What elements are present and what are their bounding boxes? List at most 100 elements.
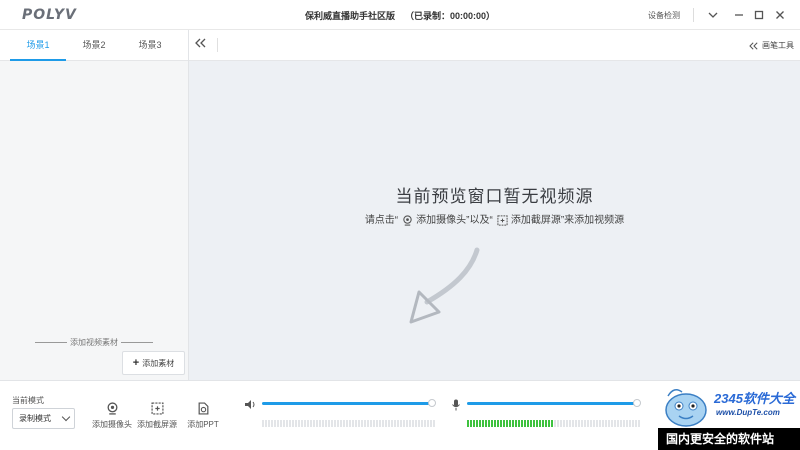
mic-level-meter bbox=[467, 420, 640, 427]
level-segment bbox=[530, 420, 532, 427]
level-segment bbox=[485, 420, 487, 427]
device-check-button[interactable]: 设备检测 bbox=[648, 10, 680, 21]
speaker-level-meter bbox=[262, 420, 435, 427]
divider-line bbox=[35, 342, 67, 344]
level-segment bbox=[391, 420, 393, 427]
level-segment bbox=[623, 420, 625, 427]
level-segment bbox=[424, 420, 426, 427]
level-segment bbox=[328, 420, 330, 427]
mic-volume-track[interactable] bbox=[467, 402, 637, 405]
chevron-down-icon bbox=[708, 12, 718, 18]
level-segment bbox=[373, 420, 375, 427]
level-segment bbox=[343, 420, 345, 427]
level-segment bbox=[316, 420, 318, 427]
mode-select-value: 录制模式 bbox=[19, 414, 51, 423]
preview-toolbar: 画笔工具 bbox=[189, 30, 800, 61]
add-material-heading-text: 添加视频素材 bbox=[70, 338, 118, 347]
double-chevron-left-icon bbox=[195, 38, 206, 48]
level-segment bbox=[473, 420, 475, 427]
level-segment bbox=[596, 420, 598, 427]
level-segment bbox=[626, 420, 628, 427]
level-segment bbox=[310, 420, 312, 427]
close-button[interactable] bbox=[772, 6, 788, 24]
maximize-button[interactable] bbox=[751, 6, 767, 24]
level-segment bbox=[283, 420, 285, 427]
level-segment bbox=[635, 420, 637, 427]
curved-arrow-illustration bbox=[409, 247, 480, 324]
collapse-panel-button[interactable] bbox=[195, 38, 207, 51]
brush-tools-button[interactable]: 画笔工具 bbox=[749, 40, 794, 51]
dropdown-menu-button[interactable] bbox=[705, 6, 721, 24]
level-segment bbox=[295, 420, 297, 427]
add-camera-button[interactable]: 添加摄像头 bbox=[89, 400, 135, 430]
watermark-url: www.DupTe.com bbox=[716, 408, 780, 417]
close-icon bbox=[776, 11, 784, 19]
level-segment bbox=[587, 420, 589, 427]
add-material-button[interactable]: + 添加素材 bbox=[122, 351, 185, 375]
plus-icon: + bbox=[132, 357, 140, 369]
level-segment bbox=[575, 420, 577, 427]
level-segment bbox=[563, 420, 565, 427]
level-segment bbox=[608, 420, 610, 427]
level-segment bbox=[518, 420, 520, 427]
level-segment bbox=[385, 420, 387, 427]
watermark-brand: 2345软件大全 bbox=[714, 391, 795, 406]
add-material-label: 添加素材 bbox=[142, 358, 175, 368]
level-segment bbox=[277, 420, 279, 427]
titlebar-divider bbox=[693, 8, 694, 22]
mic-volume-knob[interactable] bbox=[633, 399, 641, 407]
minimize-button[interactable] bbox=[731, 6, 747, 24]
level-segment bbox=[433, 420, 435, 427]
level-segment bbox=[488, 420, 490, 427]
tab-scene-2[interactable]: 场景2 bbox=[66, 30, 122, 61]
level-segment bbox=[421, 420, 423, 427]
empty-preview-title: 当前预览窗口暂无视频源 bbox=[395, 187, 594, 206]
level-segment bbox=[593, 420, 595, 427]
hint-screen-link[interactable]: 添加截屏源 bbox=[511, 215, 561, 226]
minimize-icon bbox=[735, 14, 743, 16]
level-segment bbox=[551, 420, 553, 427]
tab-scene-1[interactable]: 场景1 bbox=[10, 30, 66, 61]
level-segment bbox=[340, 420, 342, 427]
level-segment bbox=[638, 420, 640, 427]
level-segment bbox=[361, 420, 363, 427]
microphone-icon[interactable] bbox=[451, 399, 461, 411]
level-segment bbox=[569, 420, 571, 427]
level-segment bbox=[427, 420, 429, 427]
level-segment bbox=[358, 420, 360, 427]
level-segment bbox=[578, 420, 580, 427]
speaker-volume-track[interactable] bbox=[262, 402, 432, 405]
camera-icon bbox=[403, 215, 412, 226]
level-segment bbox=[470, 420, 472, 427]
level-segment bbox=[560, 420, 562, 427]
scene-panel: 场景1 场景2 场景3 添加视频素材 + 添加素材 bbox=[0, 30, 189, 380]
watermark-slogan: 国内更安全的软件站 bbox=[658, 428, 800, 450]
chevron-down-icon bbox=[61, 412, 71, 422]
level-segment bbox=[629, 420, 631, 427]
level-segment bbox=[262, 420, 264, 427]
level-segment bbox=[319, 420, 321, 427]
level-segment bbox=[349, 420, 351, 427]
screenshot-icon bbox=[150, 401, 164, 415]
add-ppt-button[interactable]: 添加PPT bbox=[180, 400, 226, 430]
level-segment bbox=[521, 420, 523, 427]
level-segment bbox=[418, 420, 420, 427]
level-segment bbox=[605, 420, 607, 427]
hint-suffix: ”来添加视频源 bbox=[560, 215, 625, 226]
add-screen-capture-button[interactable]: 添加截屏源 bbox=[134, 400, 180, 430]
level-segment bbox=[482, 420, 484, 427]
mascot-logo-icon bbox=[665, 389, 707, 427]
level-segment bbox=[566, 420, 568, 427]
level-segment bbox=[536, 420, 538, 427]
level-segment bbox=[539, 420, 541, 427]
level-segment bbox=[584, 420, 586, 427]
speaker-volume-knob[interactable] bbox=[428, 399, 436, 407]
title-bar: POLYV 保利威直播助手社区版 （已录制：00:00:00） 设备检测 bbox=[0, 0, 800, 30]
mode-select[interactable]: 录制模式 bbox=[12, 408, 75, 429]
tab-scene-3[interactable]: 场景3 bbox=[122, 30, 178, 61]
speaker-icon[interactable] bbox=[244, 399, 256, 410]
level-segment bbox=[397, 420, 399, 427]
level-segment bbox=[265, 420, 267, 427]
hint-camera-link[interactable]: 添加摄像头 bbox=[416, 215, 466, 226]
level-segment bbox=[367, 420, 369, 427]
